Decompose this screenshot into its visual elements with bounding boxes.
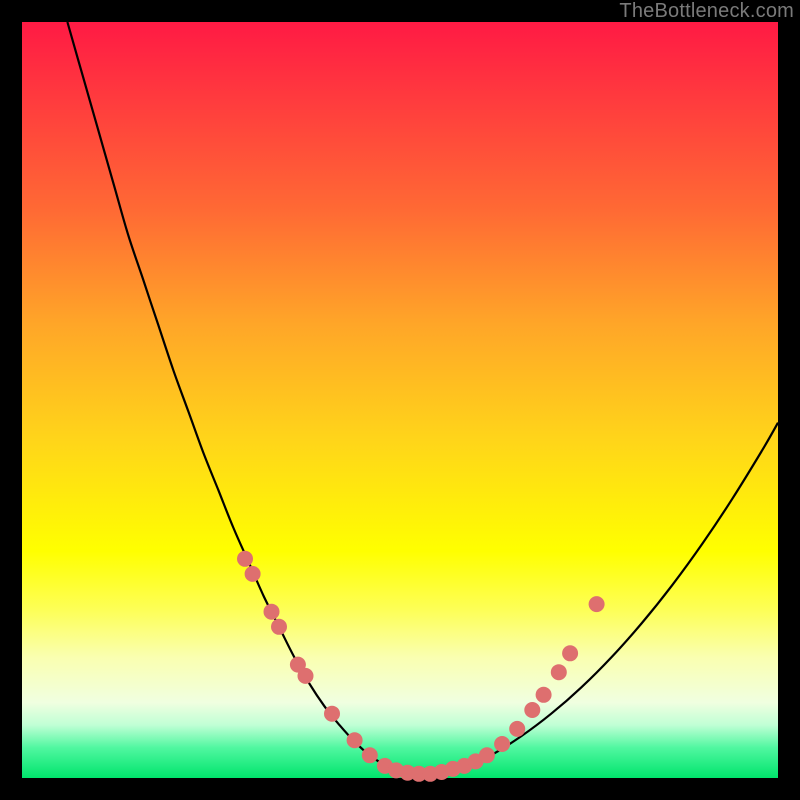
bottleneck-curve: [67, 22, 778, 774]
curve-marker: [347, 732, 363, 748]
curve-marker: [245, 566, 261, 582]
curve-marker: [509, 721, 525, 737]
curve-marker: [536, 687, 552, 703]
curve-marker: [324, 706, 340, 722]
chart-svg: [22, 22, 778, 778]
curve-markers: [237, 551, 605, 782]
curve-marker: [237, 551, 253, 567]
curve-marker: [562, 645, 578, 661]
curve-marker: [264, 604, 280, 620]
curve-marker: [298, 668, 314, 684]
curve-marker: [479, 747, 495, 763]
curve-marker: [362, 747, 378, 763]
curve-marker: [589, 596, 605, 612]
curve-marker: [551, 664, 567, 680]
curve-marker: [494, 736, 510, 752]
attribution-watermark: TheBottleneck.com: [619, 0, 794, 23]
curve-marker: [524, 702, 540, 718]
curve-marker: [271, 619, 287, 635]
